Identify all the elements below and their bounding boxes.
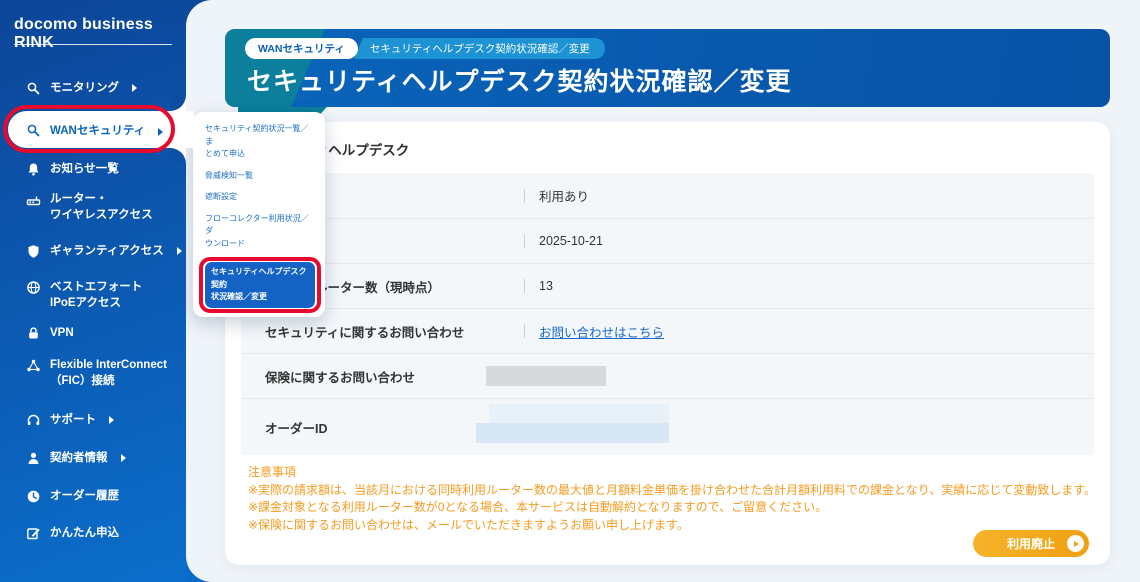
main-content: WANセキュリティ セキュリティヘルプデスク契約状況確認／変更 セキュリティヘル… [186,0,1140,582]
breadcrumb: WANセキュリティ セキュリティヘルプデスク契約状況確認／変更 [245,38,605,59]
sidebar-item-fic[interactable]: Flexible InterConnect （FIC）接続 [26,357,167,389]
notes-section: 注意事項 ※実際の請求額は、当該月における同時利用ルーター数の最大値と月額料金単… [248,464,1096,534]
row-value: 2025-10-21 [524,234,603,248]
submenu-active-wrap: セキュリティヘルプデスク契約 状況確認／変更 [205,262,315,308]
magnifier-icon [26,123,41,138]
bell-icon [26,162,41,177]
headset-icon [26,413,41,428]
chevron-right-icon [177,247,182,255]
submenu-item-block-settings[interactable]: 遮断設定 [205,191,315,204]
brand-divider [14,44,172,45]
sidebar-item-label: VPN [50,325,74,341]
sidebar-item-label: かんたん申込 [50,525,119,541]
page-header-banner: WANセキュリティ セキュリティヘルプデスク契約状況確認／変更 セキュリティヘル… [225,29,1110,107]
redacted-value [476,423,669,443]
contract-status-card: セキュリティヘルプデスク 利用あり 2025-10-21 利用対象ルーター数（現… [225,122,1110,565]
sidebar-item-label: ギャランティアクセス [50,243,164,259]
breadcrumb-wan-security[interactable]: WANセキュリティ [245,38,358,59]
sidebar-item-label: ルーター・ ワイヤレスアクセス [50,191,153,223]
sidebar-item-label: Flexible InterConnect （FIC）接続 [50,357,167,389]
submenu-item-flow-collector[interactable]: フローコレクター利用状況／ダ ウンロード [205,213,315,251]
arrow-circle-icon [1067,535,1084,552]
note-line: ※実際の請求額は、当該月における同時利用ルーター数の最大値と月額料金単価を掛け合… [248,482,1096,500]
chevron-right-icon [121,454,126,462]
corner-scoop [170,95,186,111]
notes-heading: 注意事項 [248,464,1096,482]
sidebar-item-best-effort-ipoe[interactable]: ベストエフォート IPoEアクセス [26,279,142,311]
pencil-icon [26,526,41,541]
page-title: セキュリティヘルプデスク契約状況確認／変更 [247,62,792,98]
sidebar-item-easy-apply[interactable]: かんたん申込 [26,525,119,541]
note-line: ※課金対象となる利用ルーター数が0となる場合、本サービスは自動解約となりますので… [248,499,1096,517]
corner-scoop [170,148,186,164]
sidebar-item-router-wireless[interactable]: ルーター・ ワイヤレスアクセス [26,191,153,223]
submenu-item-threat-detection[interactable]: 脅威検知一覧 [205,170,315,183]
submenu-item-contract-list[interactable]: セキュリティ契約状況一覧／ま とめて申込 [205,123,315,161]
chevron-right-icon [132,84,137,92]
router-icon [26,192,41,207]
sidebar-item-label: サポート [50,412,96,428]
sidebar-item-contractor-info[interactable]: 契約者情報 [26,450,126,466]
row-label: セキュリティに関するお問い合わせ [265,322,524,341]
table-row: 保険に関するお問い合わせ [241,353,1094,398]
sidebar-item-vpn[interactable]: VPN [26,325,74,341]
network-icon [26,358,41,373]
cancel-usage-button[interactable]: 利用廃止 [973,530,1089,557]
wan-security-submenu: セキュリティ契約状況一覧／ま とめて申込 脅威検知一覧 遮断設定 フローコレクタ… [193,112,325,317]
sidebar-item-monitoring[interactable]: モニタリング [26,80,137,96]
row-value: お問い合わせはこちら [524,322,664,341]
contact-link[interactable]: お問い合わせはこちら [539,322,664,341]
sidebar-item-label: 契約者情報 [50,450,108,466]
lock-icon [26,326,41,341]
breadcrumb-current-page: セキュリティヘルプデスク契約状況確認／変更 [354,38,605,59]
table-row: 利用対象ルーター数（現時点） 13 [241,263,1094,308]
sidebar-item-label: オーダー履歴 [50,488,119,504]
chevron-right-icon [158,128,163,136]
sidebar-item-guarantee-access[interactable]: ギャランティアクセス [26,243,182,259]
table-row: セキュリティに関するお問い合わせ お問い合わせはこちら [241,308,1094,353]
sidebar-item-order-history[interactable]: オーダー履歴 [26,488,119,504]
app-logo: docomo business RINK [14,16,186,52]
table-row: 2025-10-21 [241,218,1094,263]
chevron-right-icon [109,416,114,424]
person-icon [26,451,41,466]
globe-icon [26,280,41,295]
sidebar-item-news[interactable]: お知らせ一覧 [26,161,119,177]
sidebar-item-label: モニタリング [50,80,119,96]
sidebar-item-label: WANセキュリティ [50,122,145,138]
redacted-value [486,366,606,386]
note-line: ※保険に関するお問い合わせは、メールでいただきますようお願い申し上げます。 [248,517,1096,535]
cancel-usage-button-label: 利用廃止 [1007,535,1055,552]
sidebar: docomo business RINK モニタリング WANセキュリティ お知… [0,0,186,582]
contract-status-table: 利用あり 2025-10-21 利用対象ルーター数（現時点） 13 セキュリティ… [241,173,1094,455]
redacted-value [489,404,669,423]
sidebar-item-wan-security[interactable]: WANセキュリティ [8,111,194,148]
sidebar-item-label: ベストエフォート IPoEアクセス [50,279,142,311]
magnifier-icon [26,81,41,96]
shield-icon [26,244,41,259]
sidebar-item-support[interactable]: サポート [26,412,114,428]
table-row: 利用あり [241,173,1094,218]
table-row: オーダーID [241,398,1094,455]
submenu-item-helpdesk-contract[interactable]: セキュリティヘルプデスク契約 状況確認／変更 [205,262,315,308]
row-value: 13 [524,279,553,293]
clock-icon [26,489,41,504]
row-value: 利用あり [524,186,589,205]
sidebar-item-label: お知らせ一覧 [50,161,119,177]
